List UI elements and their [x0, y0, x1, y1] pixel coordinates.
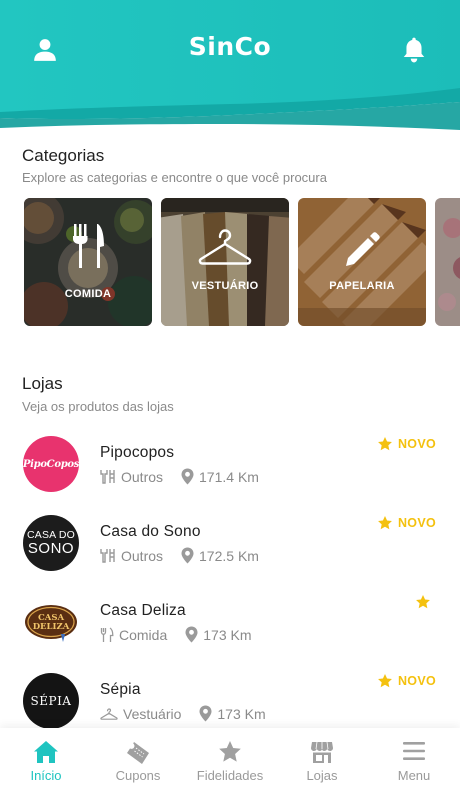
store-meta: Outros 171.4 Km [100, 468, 277, 485]
tools-icon [100, 470, 115, 484]
nav-label: Menu [397, 768, 431, 783]
store-logo-text: SONO [27, 539, 75, 557]
store-logo-text: PipoCopos [23, 458, 79, 470]
category-card-partial[interactable] [435, 198, 460, 326]
store-logo-text: SÉPIA [30, 694, 72, 708]
nav-item-menu[interactable]: Menu [368, 728, 460, 800]
new-badge-label: NOVO [397, 674, 436, 688]
store-category: Outros [121, 547, 164, 564]
store-name: Sépia [100, 681, 141, 698]
store-logo-casa-do-sono: CASA DO SONO [23, 515, 79, 571]
store-name: Casa Deliza [100, 602, 186, 619]
store-logo-pipocopos: PipoCopos [23, 436, 79, 492]
store-logo-text: DELIZA [33, 622, 70, 632]
utensils-icon [73, 224, 104, 268]
store-logo-sepia: SÉPIA [23, 673, 79, 729]
nav-label: Fidelidades [196, 768, 264, 783]
featured-star [415, 594, 436, 610]
app-header: SinCo [0, 0, 460, 135]
store-item-pipocopos[interactable]: PipoCopos Pipocopos Outros 171.4 Km NOVO [0, 436, 460, 504]
location-pin-icon [199, 705, 212, 722]
bottom-navigation: Início Cupons Fidelidades Lojas Menu [0, 728, 460, 800]
nav-item-inicio[interactable]: Início [0, 728, 92, 800]
categories-subtitle: Explore as categorias e encontre o que v… [22, 170, 327, 185]
store-name: Pipocopos [100, 444, 175, 461]
nav-label: Cupons [115, 768, 161, 783]
categories-carousel[interactable]: COMIDA VESTUÁRIO PAPELARIA [24, 198, 460, 326]
new-badge-label: NOVO [397, 516, 436, 530]
store-logo-casa-deliza: CASA DELIZA [23, 594, 79, 650]
category-card-vestuario[interactable]: VESTUÁRIO [161, 198, 289, 326]
store-meta: Vestuário 173 Km [100, 705, 284, 722]
store-category: Comida [119, 626, 168, 643]
nav-label: Início [30, 768, 62, 783]
star-icon [378, 674, 392, 688]
category-label-vestuario: VESTUÁRIO [191, 280, 259, 292]
notifications-button[interactable] [398, 34, 430, 66]
header-background [0, 0, 460, 130]
tools-icon [100, 549, 115, 563]
store-distance: 172.5 Km [199, 547, 259, 564]
hanger-icon [100, 707, 118, 720]
nav-item-lojas[interactable]: Lojas [276, 728, 368, 800]
store-item-casa-deliza[interactable]: CASA DELIZA Casa Deliza Comida 173 Km [0, 594, 460, 662]
location-pin-icon [185, 626, 198, 643]
store-name: Casa do Sono [100, 523, 201, 540]
store-meta: Comida 173 Km [100, 626, 270, 643]
star-icon [416, 595, 430, 609]
store-category: Outros [121, 468, 164, 485]
store-meta: Outros 172.5 Km [100, 547, 277, 564]
pencil-icon [346, 232, 380, 266]
store-logo-text: CASA DO [26, 528, 76, 541]
store-item-casa-do-sono[interactable]: CASA DO SONO Casa do Sono Outros 172.5 K… [0, 515, 460, 583]
nav-label: Lojas [306, 768, 338, 783]
bell-icon [403, 37, 425, 63]
hanger-icon [198, 229, 252, 265]
category-label-comida: COMIDA [64, 288, 112, 300]
utensils-icon [100, 626, 114, 642]
new-badge-label: NOVO [397, 437, 436, 451]
star-icon [219, 741, 241, 762]
nav-item-fidelidades[interactable]: Fidelidades [184, 728, 276, 800]
star-icon [378, 437, 392, 451]
new-badge: NOVO [377, 436, 436, 452]
stores-subtitle: Veja os produtos das lojas [22, 399, 174, 414]
ticket-icon [127, 742, 149, 764]
category-label-papelaria: PAPELARIA [329, 280, 395, 292]
categories-title: Categorias [22, 146, 105, 165]
category-card-papelaria[interactable]: PAPELARIA [298, 198, 426, 326]
stores-title: Lojas [22, 374, 63, 393]
store-distance: 173 Km [203, 626, 252, 643]
store-icon [311, 741, 333, 763]
star-icon [378, 516, 392, 530]
location-pin-icon [181, 547, 194, 564]
category-card-comida[interactable]: COMIDA [24, 198, 152, 326]
new-badge: NOVO [377, 515, 436, 531]
new-badge: NOVO [377, 673, 436, 689]
store-distance: 171.4 Km [199, 468, 259, 485]
location-pin-icon [181, 468, 194, 485]
menu-icon [403, 742, 425, 760]
app-title: SinCo [188, 32, 272, 61]
nav-item-cupons[interactable]: Cupons [92, 728, 184, 800]
store-distance: 173 Km [217, 705, 266, 722]
home-icon [34, 741, 58, 763]
store-category: Vestuário [123, 705, 182, 722]
